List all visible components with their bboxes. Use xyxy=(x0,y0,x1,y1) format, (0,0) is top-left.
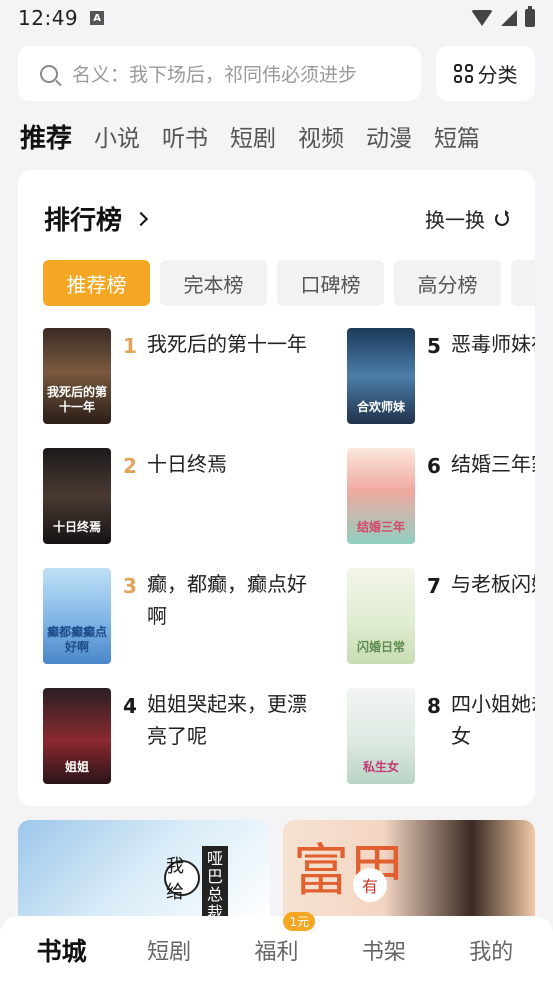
chip-recommend[interactable]: 推荐榜 xyxy=(43,260,150,306)
nav-welfare[interactable]: 福利 1元 xyxy=(231,912,321,966)
banner-badge: 有 xyxy=(353,868,387,902)
refresh-label: 换一换 xyxy=(425,208,485,232)
book-item[interactable]: 我死后的第十一年 1 我死后的第十一年 xyxy=(43,328,343,424)
bottom-nav: 书城 短剧 福利 1元 书架 我的 xyxy=(0,912,553,984)
book-cover: 癫都癫癫点好啊 xyxy=(43,568,111,664)
book-title: 结婚三年家，军婚 xyxy=(451,452,535,476)
signal-icon xyxy=(501,10,517,26)
book-item[interactable]: 姐姐 4 姐姐哭起来，更漂亮了呢 xyxy=(43,688,343,784)
book-rank: 5 xyxy=(427,334,441,358)
book-item[interactable]: 癫都癫癫点好啊 3 癫，都癫，癫点好啊 xyxy=(43,568,343,664)
ranking-chips: 推荐榜 完本榜 口碑榜 高分榜 xyxy=(43,260,535,306)
promo-banners: 我给 哑巴总裁 富甲 有 xyxy=(18,820,535,920)
book-rank: 6 xyxy=(427,454,441,478)
status-time: 12:49 xyxy=(18,6,79,30)
book-title: 十日终焉 xyxy=(147,452,227,476)
ranking-title[interactable]: 排行榜 xyxy=(44,200,122,237)
search-icon xyxy=(40,64,58,83)
chip-high-score[interactable]: 高分榜 xyxy=(394,260,501,306)
chip-more[interactable] xyxy=(511,260,535,306)
refresh-button[interactable]: 换一换 xyxy=(425,204,509,233)
notification-icon: A xyxy=(90,11,105,25)
tab-short-drama[interactable]: 短剧 xyxy=(230,119,276,153)
book-item[interactable]: 闪婚日常 7 与老板闪婚日常 xyxy=(347,568,535,664)
book-cover: 我死后的第十一年 xyxy=(43,328,111,424)
tab-recommend[interactable]: 推荐 xyxy=(20,118,72,155)
ranking-card: 排行榜 换一换 推荐榜 完本榜 口碑榜 高分榜 我死后的第十一年 1 我死后的第… xyxy=(18,170,535,806)
category-label: 分类 xyxy=(477,63,518,87)
book-rank: 7 xyxy=(427,574,441,598)
nav-bookshelf[interactable]: 书架 xyxy=(339,934,429,966)
book-title: 恶毒师妹在宗门 xyxy=(451,332,535,356)
chevron-right-icon[interactable] xyxy=(133,211,149,227)
book-title: 姐姐哭起来，更漂亮了呢 xyxy=(147,692,307,748)
search-row: 名义：我下场后，祁同伟必须进步 分类 xyxy=(18,46,535,101)
banner-badge: 我给 xyxy=(164,856,200,903)
battery-icon xyxy=(525,6,535,27)
book-rank: 1 xyxy=(123,334,137,358)
wifi-icon xyxy=(471,10,493,26)
grid-icon xyxy=(453,64,473,83)
book-cover: 姐姐 xyxy=(43,688,111,784)
banner-title: 富甲 xyxy=(293,839,405,904)
book-rank: 4 xyxy=(123,694,137,718)
book-rank: 8 xyxy=(427,694,441,718)
book-grid: 我死后的第十一年 1 我死后的第十一年 十日终焉 2 十日终焉 癫都癫癫点好啊 … xyxy=(43,328,535,788)
nav-bookstore[interactable]: 书城 xyxy=(17,932,107,968)
refresh-icon xyxy=(495,209,509,226)
ranking-header: 排行榜 换一换 xyxy=(44,200,509,237)
category-button[interactable]: 分类 xyxy=(436,46,535,101)
book-cover: 十日终焉 xyxy=(43,448,111,544)
status-bar: 12:49 A xyxy=(0,0,553,36)
nav-welfare-label: 福利 xyxy=(254,940,299,965)
nav-short-drama[interactable]: 短剧 xyxy=(124,934,214,966)
book-cover: 结婚三年 xyxy=(347,448,415,544)
chip-completed[interactable]: 完本榜 xyxy=(160,260,267,306)
book-item[interactable]: 合欢师妹 5 恶毒师妹在宗门 xyxy=(347,328,535,424)
search-placeholder: 名义：我下场后，祁同伟必须进步 xyxy=(72,64,358,86)
tab-video[interactable]: 视频 xyxy=(298,119,344,153)
book-item[interactable]: 私生女 8 四小姐她却是私生女 xyxy=(347,688,535,784)
nav-profile[interactable]: 我的 xyxy=(446,934,536,966)
search-input[interactable]: 名义：我下场后，祁同伟必须进步 xyxy=(18,46,421,101)
top-tabs: 推荐 小说 听书 短剧 视频 动漫 短篇 xyxy=(20,116,553,156)
promo-banner[interactable]: 我给 哑巴总裁 xyxy=(18,820,270,920)
book-title: 与老板闪婚日常 xyxy=(451,572,535,596)
book-item[interactable]: 十日终焉 2 十日终焉 xyxy=(43,448,343,544)
status-icons xyxy=(471,6,535,27)
chip-reputation[interactable]: 口碑榜 xyxy=(277,260,384,306)
tab-anime[interactable]: 动漫 xyxy=(366,119,412,153)
banner-vertical-title: 哑巴总裁 xyxy=(202,846,228,920)
book-title: 四小姐她却是私生女 xyxy=(451,692,535,748)
book-title: 我死后的第十一年 xyxy=(147,332,307,356)
book-rank: 2 xyxy=(123,454,137,478)
book-cover: 私生女 xyxy=(347,688,415,784)
promo-banner[interactable]: 富甲 有 xyxy=(283,820,535,920)
welfare-badge: 1元 xyxy=(283,912,316,931)
book-rank: 3 xyxy=(123,574,137,598)
book-cover: 闪婚日常 xyxy=(347,568,415,664)
book-item[interactable]: 结婚三年 6 结婚三年家，军婚 xyxy=(347,448,535,544)
tab-short-story[interactable]: 短篇 xyxy=(434,119,480,153)
book-cover: 合欢师妹 xyxy=(347,328,415,424)
book-title: 癫，都癫，癫点好啊 xyxy=(147,572,307,628)
tab-audiobook[interactable]: 听书 xyxy=(162,119,208,153)
tab-novel[interactable]: 小说 xyxy=(94,119,140,153)
